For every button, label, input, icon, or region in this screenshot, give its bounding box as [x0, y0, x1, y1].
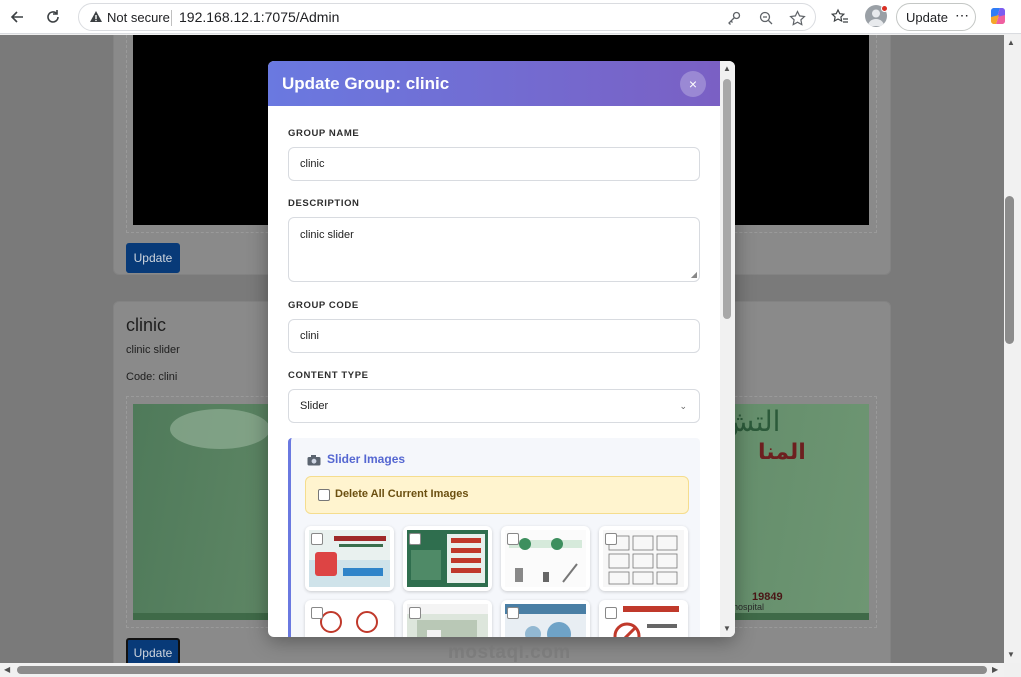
- delete-all-warning[interactable]: Delete All Current Images: [305, 476, 689, 514]
- scroll-right-icon[interactable]: ▶: [992, 665, 998, 674]
- content-type-value: Slider: [300, 400, 329, 412]
- security-label[interactable]: Not secure: [107, 10, 170, 25]
- modal-scroll-down-icon[interactable]: ▼: [723, 624, 731, 633]
- description-value: clinic slider: [300, 229, 354, 241]
- image-checkbox[interactable]: [507, 533, 519, 545]
- image-checkbox[interactable]: [605, 607, 617, 619]
- slider-image-2[interactable]: [403, 526, 492, 591]
- slider-image-1[interactable]: [305, 526, 394, 591]
- star-icon[interactable]: [787, 8, 807, 28]
- delete-all-checkbox[interactable]: [318, 489, 330, 501]
- image-checkbox[interactable]: [409, 607, 421, 619]
- group-code-label: GROUP CODE: [288, 300, 359, 311]
- warning-icon: [89, 10, 103, 29]
- update-button-clinic[interactable]: Update: [126, 638, 180, 663]
- content-type-select[interactable]: Slider ⌄: [288, 389, 700, 423]
- group-name-input[interactable]: clinic: [288, 147, 700, 181]
- slider-image-3[interactable]: [501, 526, 590, 591]
- banner-arabic-text-2: المنا: [758, 440, 806, 465]
- scroll-up-icon[interactable]: ▲: [1007, 38, 1015, 47]
- banner-logo: [170, 409, 270, 449]
- modal-scroll-up-icon[interactable]: ▲: [723, 64, 731, 73]
- group-name-label: GROUP NAME: [288, 128, 360, 139]
- favorites-icon[interactable]: [828, 5, 852, 29]
- modal-title: Update Group: clinic: [282, 74, 450, 93]
- address-bar[interactable]: Not secure 192.168.12.1:7075/Admin: [78, 3, 816, 31]
- browser-toolbar: Not secure 192.168.12.1:7075/Admin Updat…: [0, 0, 1021, 34]
- image-checkbox[interactable]: [311, 533, 323, 545]
- notification-dot: [881, 5, 888, 12]
- slider-image-4[interactable]: [599, 526, 688, 591]
- update-button-previous[interactable]: Update: [126, 243, 180, 273]
- content-type-label: CONTENT TYPE: [288, 370, 369, 381]
- scroll-left-icon[interactable]: ◀: [4, 665, 10, 674]
- description-label: DESCRIPTION: [288, 198, 360, 209]
- update-group-modal: Update Group: clinic × GROUP NAME clinic…: [268, 61, 735, 637]
- group-code: Code: clini: [126, 371, 178, 383]
- image-checkbox[interactable]: [605, 533, 617, 545]
- page-hscroll-thumb[interactable]: [17, 666, 987, 674]
- group-description: clinic slider: [126, 344, 180, 356]
- page-vertical-scrollbar[interactable]: [1004, 35, 1021, 663]
- back-arrow-icon[interactable]: [5, 5, 29, 29]
- group-title: clinic: [126, 315, 167, 335]
- chevron-down-icon: ⌄: [679, 401, 687, 411]
- close-icon[interactable]: ×: [680, 71, 706, 97]
- description-textarea[interactable]: clinic slider ◢: [288, 217, 700, 282]
- slider-images-section: Slider Images Delete All Current Images: [288, 438, 700, 637]
- group-code-input[interactable]: clini: [288, 319, 700, 353]
- slider-images-title: Slider Images: [327, 452, 406, 466]
- zoom-icon[interactable]: [756, 8, 776, 28]
- delete-all-label[interactable]: Delete All Current Images: [335, 488, 468, 500]
- browser-update-button[interactable]: Update ⋯: [896, 3, 976, 31]
- reload-icon[interactable]: [41, 5, 65, 29]
- divider: [171, 10, 172, 26]
- image-checkbox[interactable]: [507, 607, 519, 619]
- copilot-icon[interactable]: [987, 5, 1009, 27]
- slider-image-7[interactable]: [501, 600, 590, 637]
- slider-image-6[interactable]: [403, 600, 492, 637]
- modal-scroll-thumb[interactable]: [723, 79, 731, 319]
- page-scroll-thumb[interactable]: [1005, 196, 1014, 344]
- watermark: mostaql.com: [448, 642, 571, 663]
- key-icon[interactable]: [724, 8, 744, 28]
- slider-image-8[interactable]: [599, 600, 688, 637]
- url-text[interactable]: 192.168.12.1:7075/Admin: [179, 9, 339, 25]
- scroll-down-icon[interactable]: ▼: [1007, 650, 1015, 659]
- camera-icon: [307, 453, 321, 471]
- browser-update-label: Update: [906, 10, 948, 25]
- modal-header: Update Group: clinic ×: [268, 61, 720, 106]
- image-checkbox[interactable]: [311, 607, 323, 619]
- banner-footer: hospital: [733, 602, 765, 612]
- slider-image-5[interactable]: [305, 600, 394, 637]
- more-icon[interactable]: ⋯: [955, 7, 970, 24]
- image-checkbox[interactable]: [409, 533, 421, 545]
- resize-handle-icon[interactable]: ◢: [691, 270, 697, 279]
